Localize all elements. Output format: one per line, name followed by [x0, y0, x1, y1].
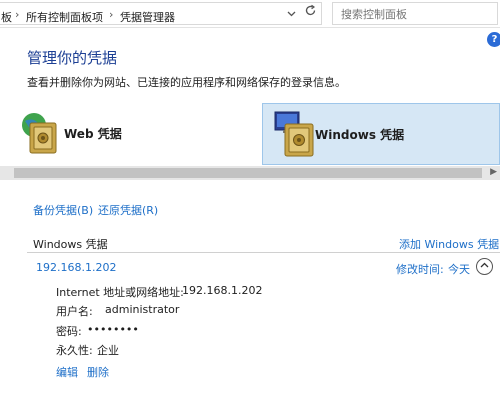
detail-password-label: 密码: — [56, 325, 82, 338]
detail-persistence-value: 企业 — [97, 344, 119, 357]
modified-value: 今天 — [448, 263, 470, 276]
tile-web-credentials[interactable]: Web 凭据 — [0, 103, 262, 163]
chevron-down-icon[interactable] — [287, 10, 296, 20]
search-input[interactable] — [339, 5, 493, 23]
page-description: 查看并删除你为网站、已连接的应用程序和网络保存的登录信息。 — [27, 76, 346, 89]
tile-windows-credentials[interactable]: Windows 凭据 — [262, 103, 500, 165]
page-title: 管理你的凭据 — [27, 49, 118, 67]
add-windows-credential-link[interactable]: 添加 Windows 凭据 — [399, 236, 499, 252]
edit-credential-link[interactable]: 编辑 — [56, 364, 78, 380]
detail-persistence-label: 永久性: — [56, 344, 93, 357]
detail-address-label: Internet 地址或网络地址: — [56, 286, 184, 299]
detail-address-value: 192.168.1.202 — [182, 284, 263, 297]
web-vault-icon — [20, 111, 62, 161]
collapse-icon[interactable] — [476, 258, 493, 275]
modified-label: 修改时间: — [396, 263, 444, 276]
horizontal-scrollbar[interactable]: ▶ — [0, 166, 500, 180]
section-title: Windows 凭据 — [33, 238, 108, 251]
breadcrumb-item-all-items[interactable]: 所有控制面板项 — [26, 9, 103, 25]
breadcrumb-separator: › — [15, 8, 20, 21]
breadcrumb-item-control-panel[interactable]: 板 — [1, 9, 12, 25]
windows-vault-icon — [273, 110, 319, 162]
detail-username-value: administrator — [105, 303, 180, 316]
breadcrumb[interactable]: 板 › 所有控制面板项 › 凭据管理器 — [0, 2, 322, 25]
tile-web-label: Web 凭据 — [64, 127, 122, 141]
address-bar: 板 › 所有控制面板项 › 凭据管理器 — [0, 0, 500, 28]
backup-credentials-link[interactable]: 备份凭据(B) — [33, 202, 93, 218]
detail-password-value: •••••••• — [87, 323, 139, 336]
refresh-icon[interactable] — [304, 4, 317, 21]
scrollbar-thumb[interactable] — [14, 168, 482, 178]
detail-username-label: 用户名: — [56, 305, 93, 318]
tile-windows-label: Windows 凭据 — [315, 128, 405, 142]
search-box[interactable] — [332, 2, 498, 25]
restore-credentials-link[interactable]: 还原凭据(R) — [98, 202, 158, 218]
breadcrumb-item-credential-manager[interactable]: 凭据管理器 — [120, 9, 175, 25]
scroll-right-icon[interactable]: ▶ — [490, 167, 497, 177]
breadcrumb-separator: › — [109, 8, 114, 21]
delete-credential-link[interactable]: 删除 — [87, 364, 109, 380]
divider — [27, 252, 500, 253]
credential-entry-host[interactable]: 192.168.1.202 — [36, 261, 116, 274]
help-icon[interactable]: ? — [487, 32, 500, 47]
